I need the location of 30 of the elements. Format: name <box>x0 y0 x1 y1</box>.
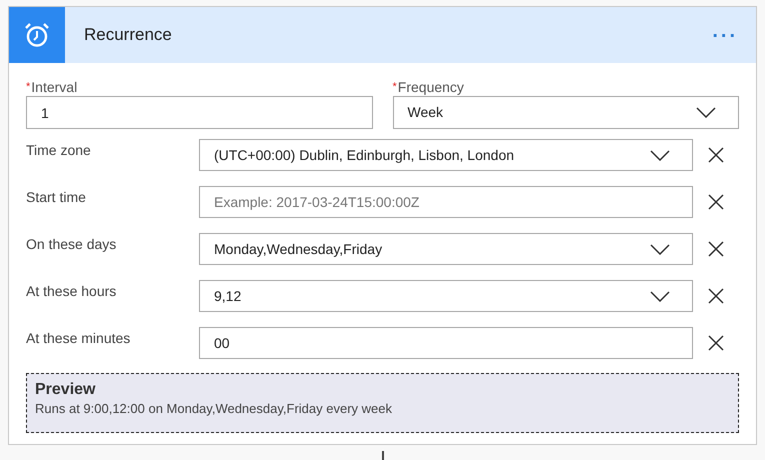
card-title: Recurrence <box>84 24 173 46</box>
field-label: Frequency <box>398 79 464 96</box>
required-mark: * <box>392 80 397 95</box>
close-icon[interactable] <box>708 241 724 257</box>
preview-title: Preview <box>35 380 96 400</box>
required-mark: * <box>26 80 30 95</box>
field-label: Start time <box>26 188 87 206</box>
input-field[interactable]: 00 <box>199 327 693 359</box>
field-label: At these minutes <box>26 328 132 348</box>
chevron-down-icon <box>696 107 716 118</box>
field-label: Time zone <box>26 140 92 160</box>
input-field[interactable]: 1 <box>26 96 372 129</box>
preview-text: Runs at 9:00,12:00 on Monday,Wednesday,Friday every week <box>35 400 393 418</box>
dropdown-field[interactable]: (UTC+00:00) Dublin, Edinburgh, Lisbon, London <box>199 139 693 171</box>
field-label: Interval <box>31 79 78 96</box>
close-icon[interactable] <box>708 194 724 210</box>
dropdown-field[interactable]: 9,12 <box>199 280 693 312</box>
close-icon[interactable] <box>708 335 724 351</box>
chevron-down-icon <box>650 244 670 254</box>
close-icon[interactable] <box>708 147 724 163</box>
close-icon[interactable] <box>708 288 724 304</box>
more-options-button[interactable]: ... <box>712 21 738 49</box>
dropdown-field[interactable]: Week <box>392 96 739 129</box>
field-label: On these days <box>26 234 118 254</box>
chevron-down-icon <box>650 150 670 160</box>
dropdown-field[interactable]: Monday,Wednesday,Friday <box>199 233 693 265</box>
input-field[interactable]: Example: 2017-03-24T15:00:00Z <box>199 186 693 218</box>
alarm-clock-icon <box>24 22 50 48</box>
chevron-down-icon <box>650 290 670 302</box>
field-label: At these hours <box>26 282 118 300</box>
